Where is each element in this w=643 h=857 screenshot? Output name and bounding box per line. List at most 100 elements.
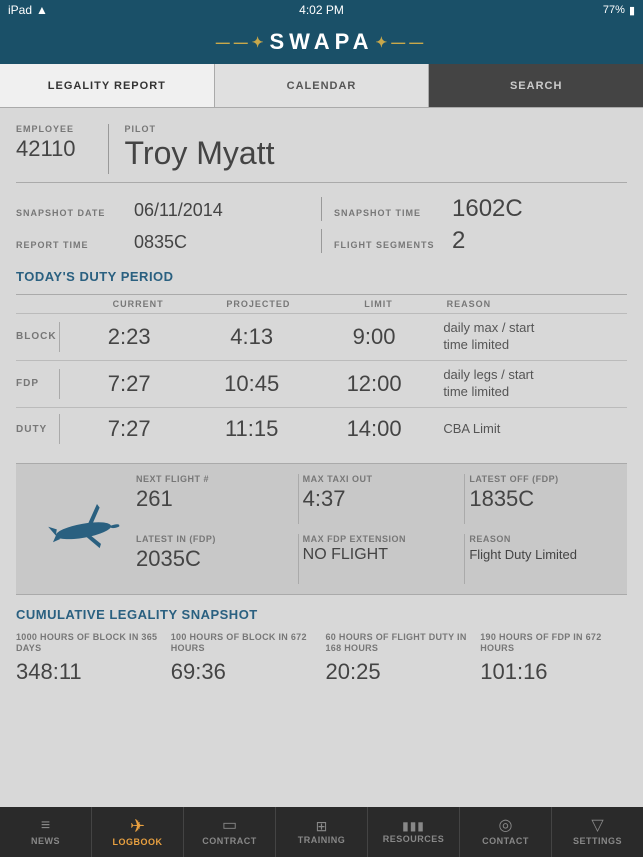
logo-text: SWAPA [269,29,373,55]
nav-settings[interactable]: ▽ SETTINGS [552,807,643,857]
meta-info: SNAPSHOT DATE 06/11/2014 SNAPSHOT TIME 1… [16,195,627,255]
cumulative-item-1: 100 HOURS OF BLOCK IN 672 HOURS 69:36 [171,632,326,685]
duty-row-duty: DUTY 7:27 11:15 14:00 CBA Limit [16,407,627,451]
duty-header-current: CURRENT [78,299,198,309]
pilot-name: Troy Myatt [125,135,275,171]
block-reason: daily max / start time limited [435,320,627,354]
pilot-label: PILOT [125,124,275,134]
logo-left-wing: ——✦ [216,34,268,51]
tab-calendar-label: CALENDAR [287,80,357,92]
max-fdp-ext-label: MAX FDP EXTENSION [303,534,461,544]
duty-limit: 14:00 [313,416,435,442]
nav-logbook[interactable]: ✈ LOGBOOK [92,807,184,857]
next-flight-block: NEXT FLIGHT # 261 [136,474,294,524]
nav-resources[interactable]: ▮▮▮ RESOURCES [368,807,460,857]
battery-label: 77% [603,4,625,16]
nav-resources-label: RESOURCES [383,834,445,844]
flight-section: NEXT FLIGHT # 261 MAX TAXI OUT 4:37 LATE… [16,463,627,595]
snapshot-date-label: SNAPSHOT DATE [16,208,126,218]
block-projected: 4:13 [190,324,312,350]
cumulative-grid: 1000 HOURS OF BLOCK IN 365 DAYS 348:11 1… [16,632,627,685]
next-flight-value: 261 [136,486,173,511]
tab-search-label: SEARCH [510,80,562,92]
wifi-icon: ▲ [36,3,48,17]
logbook-icon: ✈ [130,817,145,835]
next-flight-label: NEXT FLIGHT # [136,474,294,484]
bottom-nav: ≡ NEWS ✈ LOGBOOK ▭ CONTRACT ⊞ TRAINING ▮… [0,807,643,857]
flight-divider-4 [464,534,465,584]
fdp-current: 7:27 [68,371,190,397]
cumulative-item-2: 60 HOURS OF FLIGHT DUTY IN 168 HOURS 20:… [326,632,481,685]
nav-contract[interactable]: ▭ CONTRACT [184,807,276,857]
block-limit: 9:00 [313,324,435,350]
contact-icon: ◎ [499,818,513,834]
report-time-block: REPORT TIME 0835C [16,232,309,253]
cumulative-label-3: 190 HOURS OF FDP IN 672 HOURS [480,632,627,655]
tab-legality-label: LEGALITY REPORT [48,80,166,92]
tab-search[interactable]: SEARCH [429,64,643,107]
duty-col-spacer [66,299,78,309]
employee-id-value: 42110 [16,136,76,161]
latest-in-block: LATEST IN (FDP) 2035C [136,534,294,584]
fdp-divider [59,369,60,399]
cumulative-value-1: 69:36 [171,659,318,685]
tab-calendar[interactable]: CALENDAR [215,64,430,107]
employee-section: EMPLOYEE 42110 PILOT Troy Myatt [16,124,627,183]
flight-info-row2: LATEST IN (FDP) 2035C MAX FDP EXTENSION … [136,534,627,584]
block-type-label: BLOCK [16,331,51,342]
duty-header-limit: LIMIT [318,299,438,309]
duty-divider [59,414,60,444]
snapshot-date-value: 06/11/2014 [134,200,223,221]
duty-col-header-type [16,299,66,309]
employee-id-label: EMPLOYEE [16,124,76,134]
duty-row-block: BLOCK 2:23 4:13 9:00 daily max / start t… [16,313,627,360]
flight-segments-block: FLIGHT SEGMENTS 2 [334,227,627,255]
flight-segments-value: 2 [452,227,465,255]
resources-icon: ▮▮▮ [402,820,425,832]
employee-divider [108,124,109,174]
nav-logbook-label: LOGBOOK [113,837,163,847]
duty-table: CURRENT PROJECTED LIMIT REASON BLOCK 2:2… [16,294,627,451]
fdp-projected: 10:45 [190,371,312,397]
nav-training[interactable]: ⊞ TRAINING [276,807,368,857]
flight-segments-label: FLIGHT SEGMENTS [334,240,444,250]
battery-icon: ▮ [629,4,635,17]
duty-type-label: DUTY [16,424,51,435]
news-icon: ≡ [41,818,50,834]
cumulative-label-2: 60 HOURS OF FLIGHT DUTY IN 168 HOURS [326,632,473,655]
main-content: EMPLOYEE 42110 PILOT Troy Myatt SNAPSHOT… [0,108,643,807]
logo: ——✦ SWAPA ✦—— [216,29,428,55]
nav-news[interactable]: ≡ NEWS [0,807,92,857]
employee-id-block: EMPLOYEE 42110 [16,124,76,162]
flight-info-row1: NEXT FLIGHT # 261 MAX TAXI OUT 4:37 LATE… [136,474,627,524]
latest-off-value: 1835C [469,486,534,511]
tab-legality[interactable]: LEGALITY REPORT [0,64,215,107]
cumulative-label-1: 100 HOURS OF BLOCK IN 672 HOURS [171,632,318,655]
fdp-type-label: FDP [16,378,51,389]
fdp-limit: 12:00 [313,371,435,397]
report-time-row: REPORT TIME 0835C FLIGHT SEGMENTS 2 [16,227,627,255]
flight-divider-1 [298,474,299,524]
flight-divider-3 [298,534,299,584]
cumulative-value-2: 20:25 [326,659,473,685]
duty-projected: 11:15 [190,416,312,442]
cumulative-value-3: 101:16 [480,659,627,685]
status-bar-right: 77% ▮ [603,4,635,17]
nav-contact[interactable]: ◎ CONTACT [460,807,552,857]
report-time-label: REPORT TIME [16,240,126,250]
max-fdp-ext-value: NO FLIGHT [303,546,388,563]
settings-icon: ▽ [591,818,603,834]
flight-reason-value: Flight Duty Limited [469,547,577,562]
block-current: 2:23 [68,324,190,350]
duty-reason: CBA Limit [435,421,627,438]
meta-divider-2 [321,229,322,253]
nav-settings-label: SETTINGS [573,836,622,846]
contract-icon: ▭ [222,818,237,834]
duty-header-projected: PROJECTED [198,299,318,309]
block-divider [59,322,60,352]
cumulative-label-0: 1000 HOURS OF BLOCK IN 365 DAYS [16,632,163,655]
flight-reason-label: REASON [469,534,627,544]
duty-header-reason: REASON [439,299,627,309]
nav-contract-label: CONTRACT [202,836,257,846]
snapshot-time-value: 1602C [452,195,523,223]
